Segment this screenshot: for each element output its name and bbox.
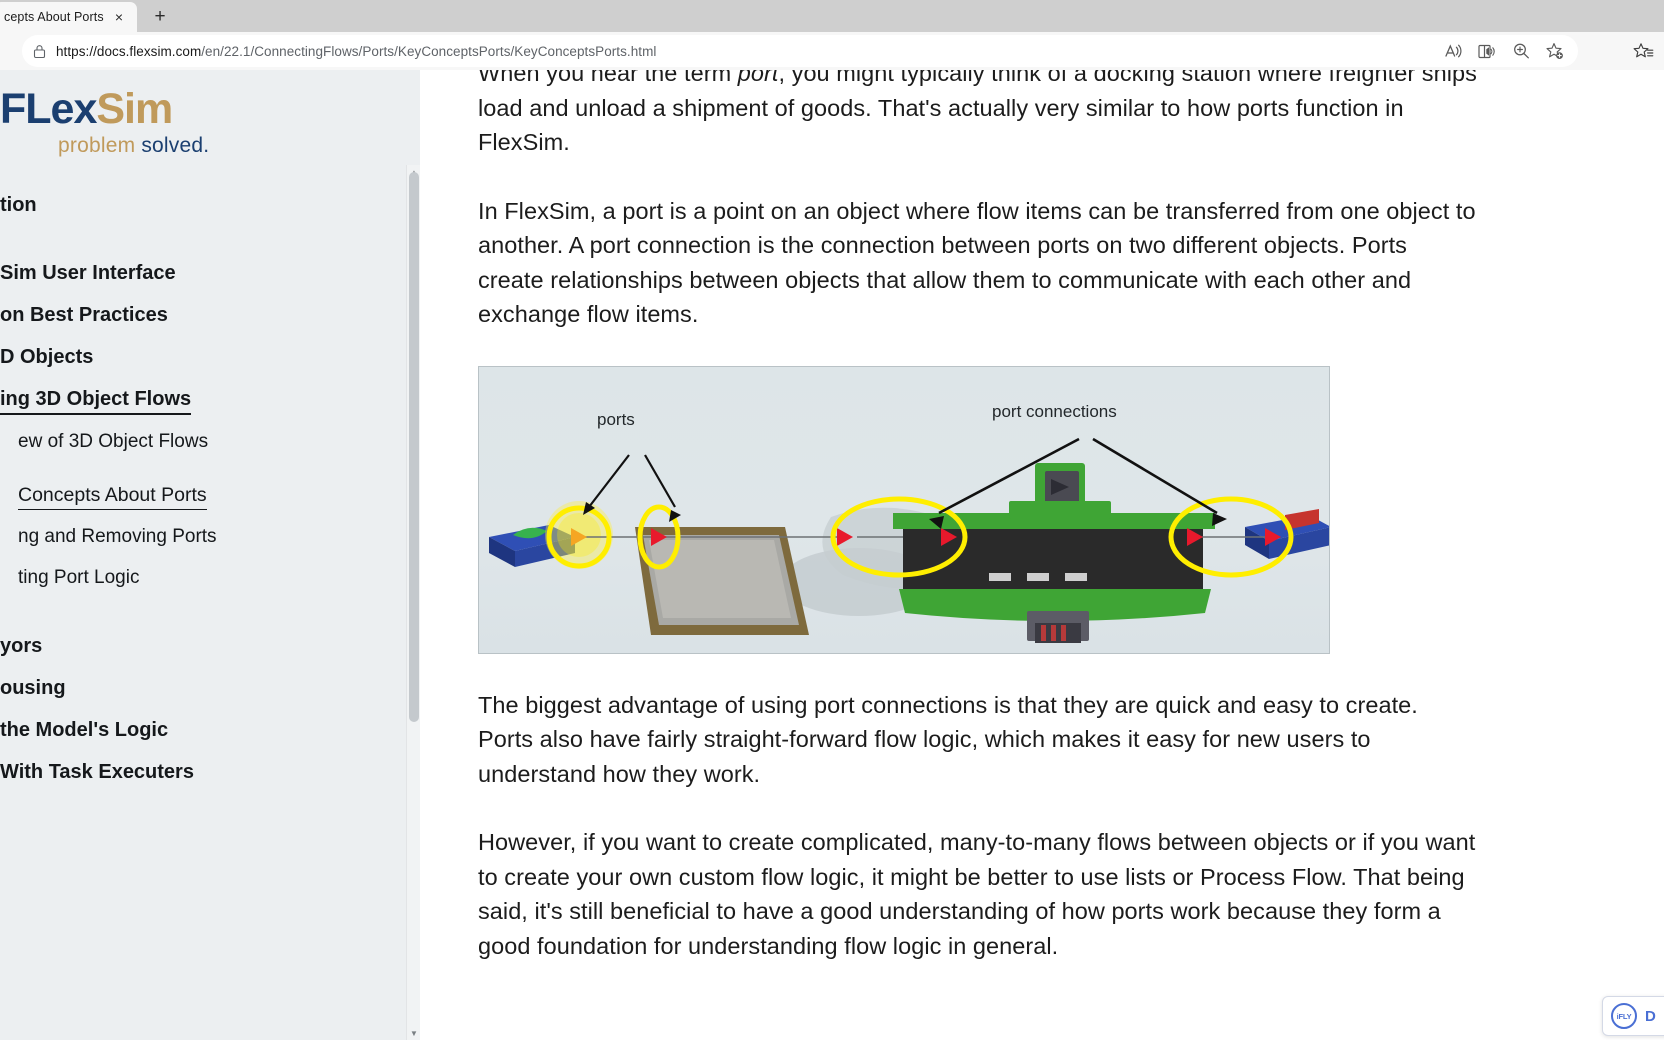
- figure-label-port-connections: port connections: [992, 401, 1117, 421]
- nav-spacer-2: [0, 463, 420, 475]
- new-tab-button[interactable]: +: [143, 2, 177, 32]
- paragraph-1-pre: When you hear the term: [478, 70, 738, 86]
- sidebar-item-connecting-3d-object-flows[interactable]: ing 3D Object Flows: [0, 378, 192, 415]
- sidebar-item-connecting-port-logic[interactable]: ting Port Logic: [0, 558, 420, 599]
- queue-object: [635, 526, 809, 635]
- ifly-widget-label: D: [1645, 1007, 1656, 1025]
- lock-icon: [22, 35, 56, 67]
- main-content: When you hear the term port, you might t…: [420, 70, 1664, 1040]
- paragraph-1: When you hear the term port, you might t…: [478, 70, 1478, 160]
- sidebar-item-adding-removing-ports[interactable]: ng and Removing Ports: [0, 517, 420, 558]
- sidebar: FLexSim problem solved. tion Sim User In…: [0, 70, 420, 1040]
- site-logo[interactable]: FLexSim problem solved.: [0, 70, 420, 168]
- tab-title: cepts About Ports: [4, 10, 104, 24]
- logo-wordmark: FLexSim: [0, 88, 420, 131]
- sidebar-item-3d-objects[interactable]: D Objects: [0, 336, 420, 378]
- logo-tagline-problem: problem: [58, 134, 142, 157]
- add-favorite-icon[interactable]: [1538, 37, 1572, 65]
- browser-tab[interactable]: cepts About Ports ×: [0, 2, 137, 32]
- immersive-reader-icon[interactable]: [1470, 37, 1504, 65]
- sidebar-scrollbar-thumb[interactable]: [409, 172, 419, 722]
- paragraph-3: The biggest advantage of using port conn…: [478, 691, 1418, 787]
- sidebar-item-task-executers[interactable]: With Task Executers: [0, 751, 420, 793]
- nav-spacer-3: [0, 599, 420, 625]
- ifly-logo-icon: iFLY: [1611, 1003, 1637, 1029]
- logo-flex-text: FLex: [0, 85, 97, 133]
- nav-spacer-1: [0, 226, 420, 252]
- ports-diagram-figure: ports port connections: [478, 365, 1330, 654]
- address-bar-text: https://docs.flexsim.com/en/22.1/Connect…: [56, 44, 1436, 59]
- omnibox-actions: [1436, 37, 1572, 65]
- paragraph-4: However, if you want to create complicat…: [478, 829, 1476, 959]
- sidebar-nav: tion Sim User Interface on Best Practice…: [0, 168, 420, 793]
- sidebar-item-models-logic[interactable]: the Model's Logic: [0, 709, 420, 751]
- browser-window: cepts About Ports × + https://docs.flexs…: [0, 0, 1664, 1040]
- logo-tagline: problem solved.: [58, 134, 420, 158]
- sidebar-scroll-content: FLexSim problem solved. tion Sim User In…: [0, 70, 420, 793]
- figure-label-ports: ports: [597, 409, 635, 429]
- logo-tagline-solved: solved.: [141, 134, 210, 157]
- tab-strip: cepts About Ports × +: [0, 0, 1664, 32]
- conveyor-object: [893, 462, 1215, 643]
- close-icon[interactable]: ×: [109, 7, 129, 27]
- sidebar-item-warehousing[interactable]: ousing: [0, 667, 420, 709]
- sidebar-item-overview-3d-object-flows[interactable]: ew of 3D Object Flows: [0, 422, 420, 463]
- logo-sim-text: Sim: [96, 85, 173, 133]
- sidebar-item-conveyors[interactable]: yors: [0, 625, 420, 667]
- sidebar-scrollbar[interactable]: ▲ ▼: [406, 165, 420, 1040]
- sidebar-item-key-concepts-about-ports[interactable]: Concepts About Ports: [18, 475, 207, 511]
- url-host: https://docs.flexsim.com: [56, 43, 202, 59]
- sidebar-item-introduction[interactable]: tion: [0, 184, 420, 226]
- article-body: When you hear the term port, you might t…: [478, 70, 1478, 963]
- scroll-down-icon[interactable]: ▼: [407, 1026, 420, 1040]
- paragraph-1-emphasis: port: [737, 70, 779, 86]
- url-path: /en/22.1/ConnectingFlows/Ports/KeyConcep…: [201, 43, 657, 59]
- toolbar-right-actions: [1626, 35, 1660, 67]
- read-aloud-icon[interactable]: [1436, 37, 1470, 65]
- zoom-icon[interactable]: [1504, 37, 1538, 65]
- sidebar-item-user-interface[interactable]: Sim User Interface: [0, 252, 420, 294]
- sidebar-item-best-practices[interactable]: on Best Practices: [0, 294, 420, 336]
- ifly-widget[interactable]: iFLY D: [1602, 996, 1664, 1036]
- page-viewport: FLexSim problem solved. tion Sim User In…: [0, 70, 1664, 1040]
- address-bar[interactable]: https://docs.flexsim.com/en/22.1/Connect…: [22, 35, 1578, 67]
- paragraph-2: In FlexSim, a port is a point on an obje…: [478, 197, 1476, 328]
- browser-toolbar: https://docs.flexsim.com/en/22.1/Connect…: [0, 32, 1664, 70]
- favorites-icon[interactable]: [1626, 36, 1660, 66]
